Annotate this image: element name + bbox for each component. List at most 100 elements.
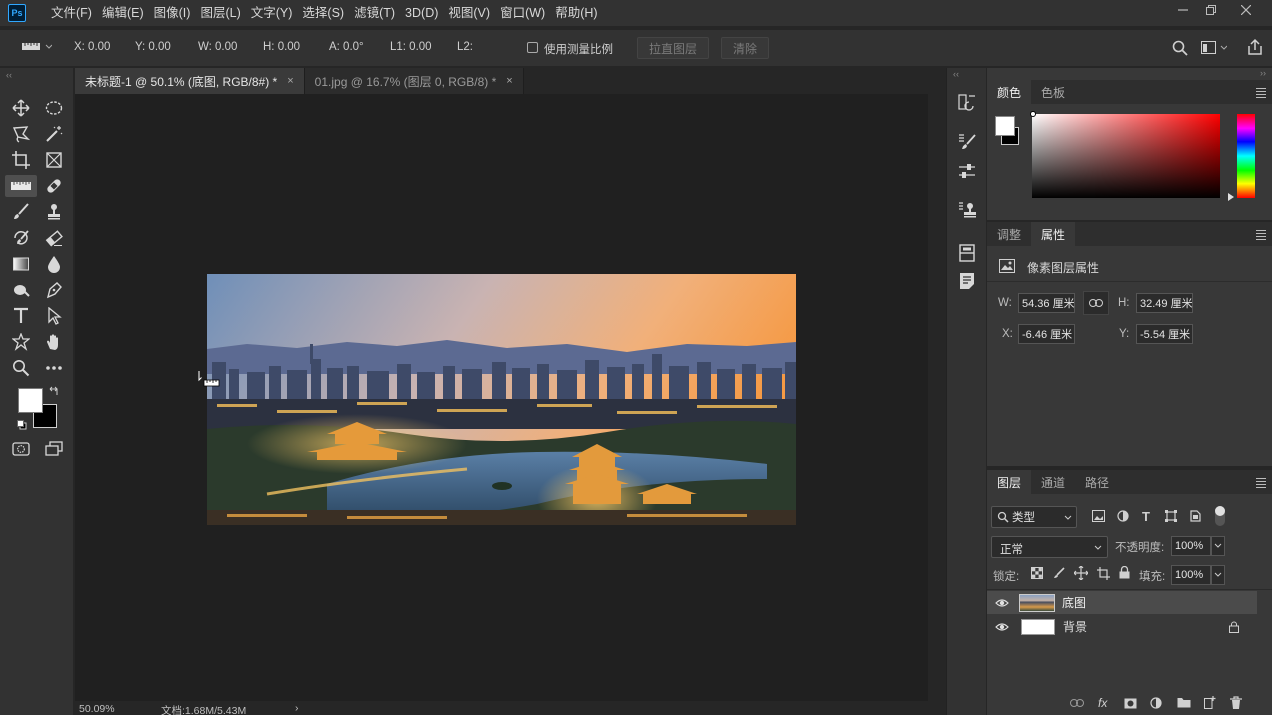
opacity-field[interactable]: 100% <box>1171 536 1211 556</box>
move-tool-icon[interactable] <box>8 97 34 119</box>
menu-layer[interactable]: 图层(L) <box>195 0 245 26</box>
menu-help[interactable]: 帮助(H) <box>550 0 602 26</box>
ruler-tool-preset-icon[interactable] <box>22 40 52 54</box>
opacity-dropdown[interactable] <box>1211 536 1225 556</box>
clone-source-icon[interactable] <box>957 200 977 220</box>
filter-toggle[interactable] <box>1215 506 1225 526</box>
hue-slider-pointer[interactable] <box>1228 193 1234 201</box>
straighten-layer-button[interactable]: 拉直图层 <box>637 37 709 59</box>
collapse-panels-icon[interactable]: ›› <box>1260 68 1266 78</box>
blur-tool-icon[interactable] <box>41 253 67 275</box>
layer-name-background[interactable]: 背景 <box>1063 618 1087 635</box>
collapse-dock-icon[interactable]: ‹‹ <box>953 69 959 79</box>
menu-file[interactable]: 文件(F) <box>46 0 97 26</box>
delete-layer-icon[interactable] <box>1230 696 1242 710</box>
lock-all-icon[interactable] <box>1119 566 1130 579</box>
healing-brush-tool-icon[interactable] <box>41 175 67 197</box>
filter-shape-icon[interactable] <box>1165 510 1177 522</box>
layer-row-base-image[interactable]: 底图 <box>987 591 1257 614</box>
zoom-level[interactable]: 50.09% <box>79 703 115 715</box>
link-dimensions-icon[interactable] <box>1083 291 1109 315</box>
new-group-icon[interactable] <box>1177 697 1191 708</box>
foreground-color-swatch[interactable] <box>18 388 43 413</box>
add-mask-icon[interactable] <box>1124 698 1137 709</box>
tab-adjustments[interactable]: 调整 <box>987 222 1031 246</box>
path-selection-tool-icon[interactable] <box>41 305 67 327</box>
zoom-tool-icon[interactable] <box>8 357 34 379</box>
color-picker-handle[interactable] <box>1030 111 1036 117</box>
restore-icon[interactable] <box>1194 0 1228 20</box>
close-tab-icon[interactable]: × <box>287 75 293 87</box>
fill-field[interactable]: 100% <box>1171 565 1211 585</box>
filter-type-icon[interactable]: T <box>1142 509 1150 524</box>
panel-menu-icon[interactable] <box>1256 478 1266 490</box>
new-layer-icon[interactable] <box>1204 696 1216 709</box>
clone-stamp-tool-icon[interactable] <box>41 201 67 223</box>
search-icon[interactable] <box>1172 40 1188 56</box>
layer-style-icon[interactable]: fx <box>1098 696 1107 710</box>
width-field[interactable]: 54.36 厘米 <box>1018 293 1075 313</box>
color-field[interactable] <box>1032 114 1220 198</box>
menu-edit[interactable]: 编辑(E) <box>97 0 149 26</box>
magic-wand-tool-icon[interactable] <box>41 123 67 145</box>
layer-filter-select[interactable]: 类型 <box>991 506 1077 528</box>
collapse-toolbar-icon[interactable]: ‹‹ <box>6 70 12 80</box>
tab-layers[interactable]: 图层 <box>987 470 1032 494</box>
brush-tool-icon[interactable] <box>8 201 34 223</box>
height-field[interactable]: 32.49 厘米 <box>1136 293 1193 313</box>
libraries-icon[interactable] <box>957 243 977 263</box>
eraser-tool-icon[interactable] <box>41 227 67 249</box>
lock-position-icon[interactable] <box>1074 566 1088 580</box>
pen-tool-icon[interactable] <box>41 279 67 301</box>
new-adjustment-layer-icon[interactable] <box>1150 697 1162 709</box>
link-layers-icon[interactable] <box>1070 699 1084 707</box>
crop-tool-icon[interactable] <box>8 149 34 171</box>
frame-tool-icon[interactable] <box>41 149 67 171</box>
layer-row-background[interactable]: 背景 <box>987 615 1257 638</box>
tab-01-jpg[interactable]: 01.jpg @ 16.7% (图层 0, RGB/8) * × <box>304 68 524 94</box>
type-tool-icon[interactable] <box>8 305 34 327</box>
filter-pixel-icon[interactable] <box>1092 510 1105 522</box>
tab-properties[interactable]: 属性 <box>1031 222 1076 246</box>
panel-menu-icon[interactable] <box>1256 88 1266 100</box>
menu-select[interactable]: 选择(S) <box>297 0 349 26</box>
ruler-tool-icon[interactable] <box>5 175 37 197</box>
color-panel-fg-swatch[interactable] <box>995 116 1015 136</box>
more-tools-icon[interactable] <box>41 357 67 379</box>
eye-icon[interactable] <box>987 598 1017 608</box>
tab-paths[interactable]: 路径 <box>1075 470 1119 494</box>
canvas-area[interactable] <box>75 94 928 701</box>
history-panel-icon[interactable] <box>957 92 977 112</box>
menu-3d[interactable]: 3D(D) <box>400 0 443 26</box>
canvas-image-night-city[interactable] <box>207 274 796 525</box>
lock-pixels-icon[interactable] <box>1053 567 1065 579</box>
dodge-tool-icon[interactable] <box>8 279 34 301</box>
adjustments-sliders-icon[interactable] <box>957 161 977 181</box>
lasso-tool-icon[interactable] <box>8 123 34 145</box>
status-menu-arrow[interactable]: › <box>295 702 299 714</box>
quick-mask-icon[interactable] <box>8 438 34 460</box>
screen-mode-icon[interactable] <box>41 438 67 460</box>
close-icon[interactable] <box>1229 0 1263 20</box>
x-field[interactable]: -6.46 厘米 <box>1018 324 1075 344</box>
tab-untitled-1[interactable]: 未标题-1 @ 50.1% (底图, RGB/8#) * × <box>75 68 305 94</box>
lock-artboard-icon[interactable] <box>1097 567 1110 580</box>
hand-tool-icon[interactable] <box>41 331 67 353</box>
custom-shape-tool-icon[interactable] <box>8 331 34 353</box>
eye-icon[interactable] <box>987 622 1017 632</box>
share-icon[interactable] <box>1246 38 1264 56</box>
tab-channels[interactable]: 通道 <box>1031 470 1075 494</box>
use-scale-checkbox[interactable] <box>527 42 538 53</box>
menu-image[interactable]: 图像(I) <box>149 0 196 26</box>
marquee-tool-icon[interactable] <box>41 97 67 119</box>
filter-adjustment-icon[interactable] <box>1117 510 1129 522</box>
tab-swatches[interactable]: 色板 <box>1031 80 1075 104</box>
blend-mode-select[interactable]: 正常 <box>991 536 1108 558</box>
layer-name-base-image[interactable]: 底图 <box>1062 594 1086 611</box>
tab-color[interactable]: 颜色 <box>987 80 1032 104</box>
y-field[interactable]: -5.54 厘米 <box>1136 324 1193 344</box>
close-tab-icon[interactable]: × <box>506 75 512 87</box>
panel-menu-icon[interactable] <box>1256 230 1266 242</box>
default-colors-icon[interactable] <box>17 420 27 430</box>
clear-button[interactable]: 清除 <box>721 37 769 59</box>
